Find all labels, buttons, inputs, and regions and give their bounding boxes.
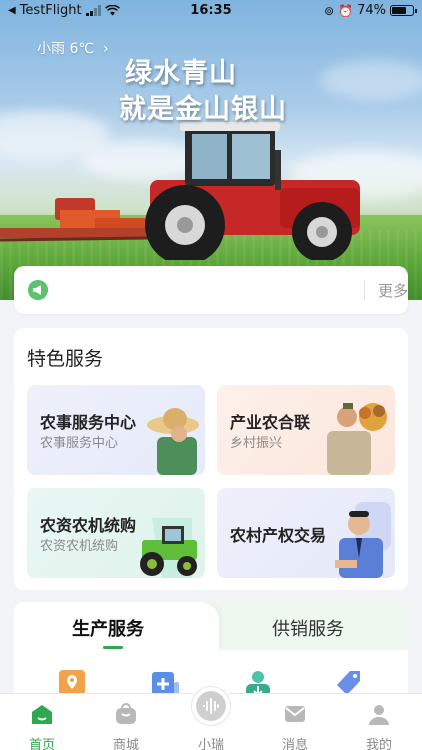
orientation-lock-icon: ⊚ — [324, 3, 335, 18]
status-bar: ◀ TestFlight 16:35 ⊚ ⏰ 74% — [0, 0, 422, 22]
notice-bar[interactable]: 更多 — [14, 266, 408, 314]
nav-label: 我的 — [365, 738, 392, 750]
nav-messages[interactable]: 消息 — [265, 694, 325, 750]
tractor-image — [0, 122, 360, 260]
battery-icon — [390, 5, 417, 16]
notice-divider — [364, 280, 365, 300]
message-icon — [285, 706, 305, 722]
farmer-with-basket-image — [327, 403, 387, 475]
tile-title: 农事服务中心 — [40, 413, 137, 432]
hero-banner[interactable]: 小雨 6℃ › 绿水青山 就是金山银山 — [0, 0, 422, 300]
nav-profile[interactable]: 我的 — [349, 694, 409, 750]
voice-wave-icon — [196, 691, 226, 721]
tab-supply-marketing-service[interactable]: 供销服务 — [272, 615, 344, 641]
tile-agri-machinery-purchase[interactable]: 农资农机统购 农资农机统购 — [27, 488, 205, 578]
nav-mall[interactable]: 商城 — [96, 694, 156, 750]
slogan-line2: 就是金山银山 — [119, 94, 287, 125]
notice-more-link[interactable]: 更多 — [378, 280, 408, 301]
tile-title: 农村产权交易 — [230, 526, 327, 545]
slogan-line1: 绿水青山 — [125, 58, 237, 89]
nav-label: 商城 — [112, 738, 139, 750]
tile-subtitle: 农事服务中心 — [40, 436, 119, 451]
tab-production-service[interactable]: 生产服务 — [72, 615, 144, 641]
shop-icon — [116, 703, 136, 724]
alarm-icon: ⏰ — [338, 3, 354, 18]
section-title: 特色服务 — [27, 348, 104, 370]
tile-farming-service-center[interactable]: 农事服务中心 农事服务中心 — [27, 385, 205, 475]
tile-industry-cooperative[interactable]: 产业农合联 乡村振兴 — [217, 385, 395, 475]
voice-assistant-button[interactable] — [191, 686, 231, 726]
farmer-straw-hat-image — [147, 408, 199, 475]
nav-home[interactable]: 首页 — [12, 694, 72, 750]
tile-subtitle: 乡村振兴 — [230, 436, 283, 451]
chevron-right-icon: › — [98, 41, 109, 57]
banner-slogan: 绿水青山 就是金山银山 — [119, 56, 287, 128]
tile-title: 产业农合联 — [230, 413, 311, 432]
tile-subtitle: 农资农机统购 — [40, 539, 119, 554]
nav-label: 首页 — [28, 738, 55, 750]
nav-label: 小瑞 — [197, 738, 224, 750]
user-icon — [369, 705, 389, 725]
featured-services-card: 特色服务 农事服务中心 农事服务中心 产业农合联 乡村振兴 农资农机统购 农资农… — [14, 328, 408, 590]
weather-indicator[interactable]: 小雨 6℃ › — [37, 38, 109, 58]
green-tractor-image — [140, 518, 197, 578]
active-tab-indicator — [103, 646, 123, 649]
megaphone-icon — [28, 280, 48, 300]
weather-text: 小雨 6℃ — [37, 41, 95, 57]
nav-label: 消息 — [281, 738, 308, 750]
tile-rural-property-trading[interactable]: 农村产权交易 — [217, 488, 395, 578]
home-icon — [32, 705, 52, 724]
businessman-image — [335, 502, 391, 578]
battery-percent: 74% — [357, 3, 386, 18]
